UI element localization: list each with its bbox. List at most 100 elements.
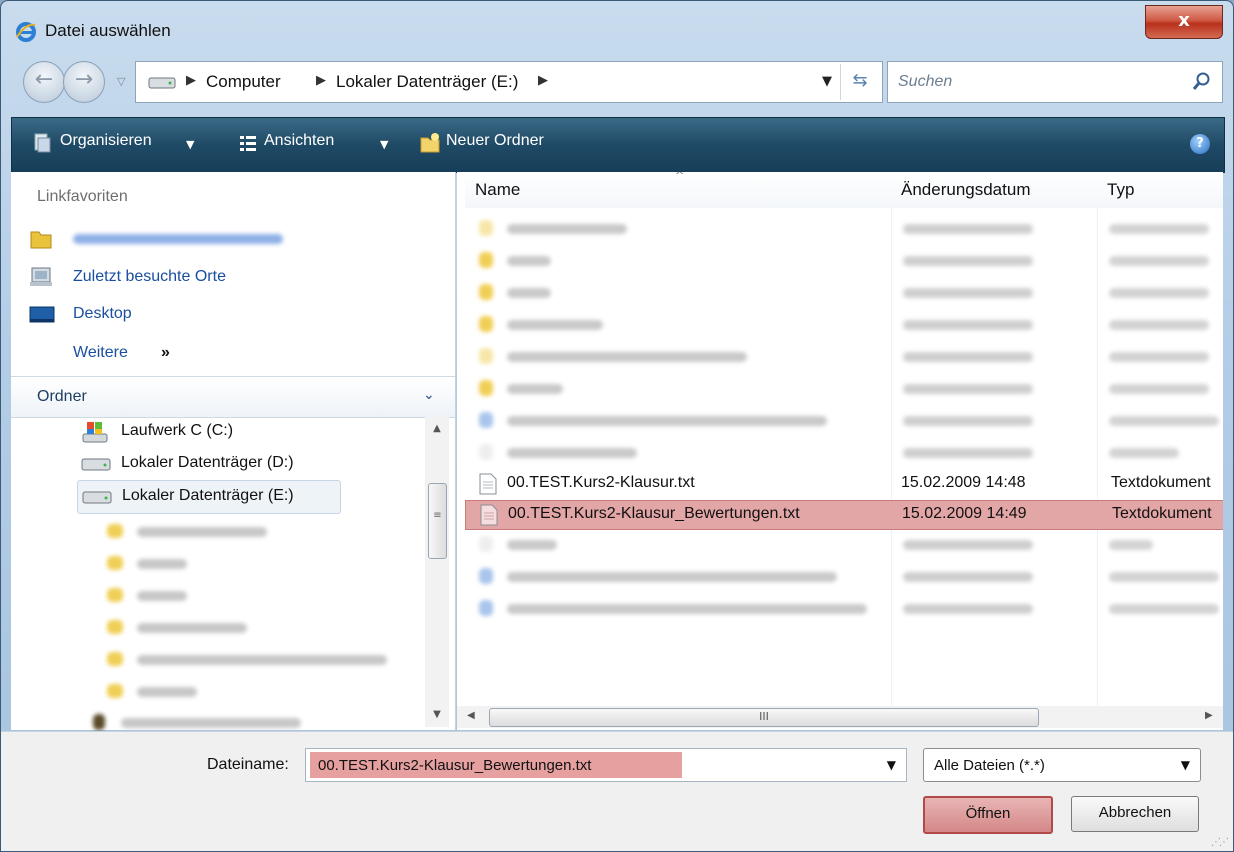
filename-label: Dateiname: xyxy=(207,756,289,773)
organize-button[interactable]: Organisieren xyxy=(60,132,152,150)
file-type-filter-value: Alle Dateien (*.*) xyxy=(934,757,1045,774)
blurred-date xyxy=(903,256,1033,266)
recent-pages-chevron-icon[interactable]: ▽ xyxy=(117,75,125,88)
blurred-name xyxy=(507,224,627,234)
blurred-type xyxy=(1109,540,1153,550)
file-type: Textdokument xyxy=(1112,505,1212,522)
breadcrumb-drive-e[interactable]: Lokaler Datenträger (E:) xyxy=(336,72,518,92)
blurred-date xyxy=(903,224,1033,234)
search-icon[interactable] xyxy=(1192,71,1212,91)
drive-icon xyxy=(82,491,112,504)
address-bar[interactable]: ▶ Computer ▶ Lokaler Datenträger (E:) ▶ … xyxy=(135,61,883,103)
blurred-type xyxy=(1109,352,1209,362)
folders-header[interactable]: Ordner ⌄ xyxy=(11,377,455,417)
breadcrumb-computer[interactable]: Computer xyxy=(206,72,281,92)
file-type-filter-select[interactable]: Alle Dateien (*.*) ▼ xyxy=(923,748,1201,782)
blurred-folder-label xyxy=(137,559,187,569)
title-bar: Datei auswählen x xyxy=(1,1,1233,55)
folder-icon xyxy=(479,252,493,268)
blurred-date xyxy=(903,288,1033,298)
tree-item-drive-e[interactable]: Lokaler Datenträger (E:) xyxy=(77,480,341,514)
filename-history-dropdown-icon[interactable]: ▼ xyxy=(887,758,896,772)
tree-item-drive-c[interactable]: Laufwerk C (C:) xyxy=(81,416,381,448)
blurred-name xyxy=(507,572,837,582)
grip-icon: ≡ xyxy=(433,510,442,521)
column-header-date[interactable]: Änderungsdatum xyxy=(891,172,1098,208)
favorite-item-desktop[interactable]: Desktop xyxy=(29,299,449,329)
tree-item-drive-d[interactable]: Lokaler Datenträger (D:) xyxy=(81,448,381,480)
drive-icon xyxy=(93,714,105,730)
folder-icon xyxy=(107,556,123,570)
column-header-type[interactable]: Typ xyxy=(1097,172,1223,208)
grip-icon: III xyxy=(759,710,769,723)
help-icon[interactable]: ? xyxy=(1190,134,1210,154)
cancel-button[interactable]: Abbrechen xyxy=(1071,796,1199,832)
scrollbar-thumb[interactable]: III xyxy=(489,708,1039,727)
column-header-name[interactable]: Name ^ xyxy=(465,172,892,208)
desktop-icon xyxy=(29,306,55,323)
blurred-name xyxy=(507,288,551,298)
file-row[interactable]: 00.TEST.Kurs2-Klausur.txt 15.02.2009 14:… xyxy=(465,470,1223,498)
document-icon xyxy=(479,412,493,428)
folder-icon xyxy=(30,231,52,249)
favorites-more[interactable]: Weitere » xyxy=(29,338,449,368)
blurred-name xyxy=(507,256,551,266)
file-icon xyxy=(479,444,493,460)
blurred-type xyxy=(1109,448,1179,458)
system-drive-icon xyxy=(82,422,108,443)
close-button[interactable]: x xyxy=(1145,5,1223,39)
scroll-down-icon[interactable]: ▼ xyxy=(425,709,449,720)
file-type: Textdokument xyxy=(1111,474,1211,491)
blurred-name xyxy=(507,320,603,330)
organize-icon xyxy=(34,133,51,153)
resize-grip-icon[interactable]: ⋰⋰ xyxy=(1211,837,1229,848)
breadcrumb-separator-icon[interactable]: ▶ xyxy=(316,73,326,88)
command-toolbar: Organisieren ▼ Ansichten ▼ Neuer Ordner … xyxy=(11,117,1225,173)
folder-icon xyxy=(479,380,493,396)
file-list-horizontal-scrollbar[interactable]: ◀ III ▶ xyxy=(457,706,1223,728)
folder-tree-scrollbar[interactable]: ▲ ≡ ▼ xyxy=(425,417,449,727)
search-box[interactable]: Suchen xyxy=(887,61,1223,103)
open-button[interactable]: Öffnen xyxy=(923,796,1053,834)
favorite-item-recent-places[interactable]: Zuletzt besuchte Orte xyxy=(29,262,449,292)
breadcrumb-separator-icon[interactable]: ▶ xyxy=(186,73,196,88)
filename-input[interactable]: 00.TEST.Kurs2-Klausur_Bewertungen.txt ▼ xyxy=(305,748,907,782)
column-date-label: Änderungsdatum xyxy=(901,180,1031,199)
blurred-type xyxy=(1109,384,1209,394)
back-arrow-icon: ← xyxy=(34,67,54,92)
blurred-name xyxy=(507,352,747,362)
forward-arrow-icon: → xyxy=(74,67,94,92)
views-dropdown-icon[interactable]: ▼ xyxy=(380,138,388,151)
file-row-selected[interactable]: 00.TEST.Kurs2-Klausur_Bewertungen.txt 15… xyxy=(465,500,1223,530)
blurred-date xyxy=(903,604,1033,614)
file-open-dialog: Datei auswählen x ← → ▽ ▶ Computer ▶ Lok… xyxy=(0,0,1234,852)
scroll-up-icon[interactable]: ▲ xyxy=(425,423,449,434)
folder-icon xyxy=(107,684,123,698)
blurred-folder-label xyxy=(137,527,267,537)
blurred-type xyxy=(1109,320,1209,330)
new-folder-button[interactable]: Neuer Ordner xyxy=(446,132,544,150)
folders-collapse-icon[interactable]: ⌄ xyxy=(423,387,435,403)
scroll-right-icon[interactable]: ▶ xyxy=(1205,710,1213,721)
favorite-item-blurred[interactable] xyxy=(29,224,449,254)
chevron-down-icon[interactable]: ▼ xyxy=(1181,758,1190,772)
refresh-icon[interactable]: ⇆ xyxy=(840,64,879,100)
address-dropdown-icon[interactable]: ▼ xyxy=(822,74,832,89)
recent-places-icon xyxy=(30,267,52,286)
forward-button[interactable]: → xyxy=(63,61,105,103)
file-list: Name ^ Änderungsdatum Typ 00.TEST.Kurs2-… xyxy=(457,172,1223,730)
scroll-left-icon[interactable]: ◀ xyxy=(467,710,475,721)
blurred-date xyxy=(903,384,1033,394)
organize-dropdown-icon[interactable]: ▼ xyxy=(186,138,194,151)
document-icon xyxy=(479,568,493,584)
back-button[interactable]: ← xyxy=(23,61,65,103)
views-button[interactable]: Ansichten xyxy=(264,132,334,150)
scrollbar-thumb[interactable]: ≡ xyxy=(428,483,447,559)
blurred-name xyxy=(507,604,867,614)
blurred-type xyxy=(1109,224,1209,234)
folder-icon xyxy=(479,220,493,236)
file-date: 15.02.2009 14:49 xyxy=(902,505,1027,522)
document-icon xyxy=(479,600,493,616)
breadcrumb-separator-icon[interactable]: ▶ xyxy=(538,73,548,88)
file-name: 00.TEST.Kurs2-Klausur.txt xyxy=(507,474,695,491)
